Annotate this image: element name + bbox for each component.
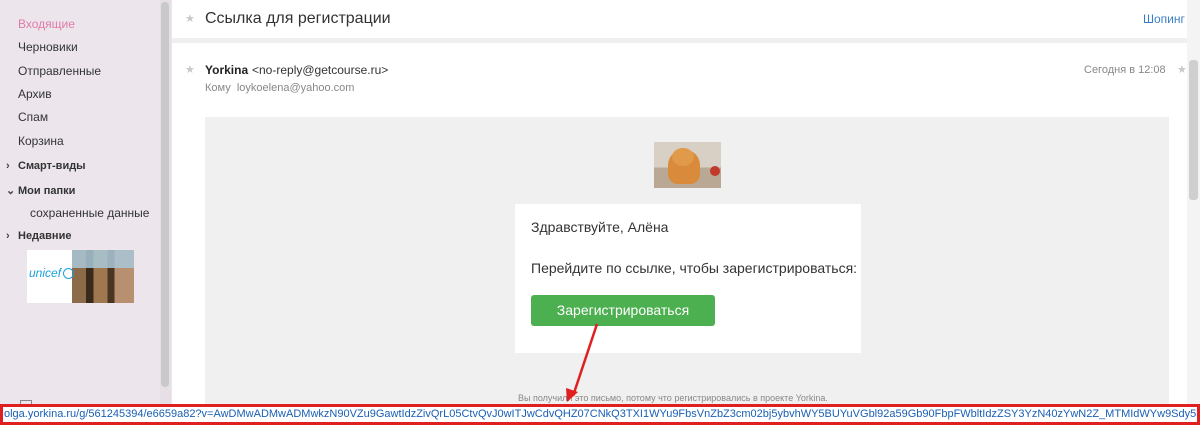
star-icon[interactable]: ★: [1177, 63, 1187, 76]
recipient-email[interactable]: loykoelena@yahoo.com: [237, 82, 355, 94]
email-subject: Ссылка для регистрации: [205, 10, 391, 27]
footer-note: Вы получили это письмо, потому что регис…: [518, 393, 828, 403]
folder-saved-data[interactable]: сохраненные данные: [30, 206, 149, 220]
sidebar-scrollbar[interactable]: [161, 2, 169, 387]
star-icon[interactable]: ★: [185, 63, 195, 76]
shopping-link[interactable]: Шопинг: [1143, 12, 1185, 26]
folder-spam[interactable]: Спам: [18, 110, 48, 124]
group-smart-views-label: Смарт-виды: [18, 160, 86, 172]
chevron-right-icon: ›: [6, 160, 10, 172]
sender-email[interactable]: <no-reply@getcourse.ru>: [252, 63, 388, 77]
recipient-line: Кому loykoelena@yahoo.com: [205, 82, 354, 94]
folder-archive[interactable]: Архив: [18, 87, 52, 101]
instruction-text: Перейдите по ссылке, чтобы зарегистриров…: [531, 260, 858, 276]
unicef-logo: unicef: [29, 266, 62, 280]
star-icon[interactable]: ★: [185, 12, 195, 25]
group-my-folders-label: Мои папки: [18, 185, 76, 197]
status-bar-url: olga.yorkina.ru/g/561245394/e6659a82?v=A…: [0, 404, 1200, 425]
group-recent-label: Недавние: [18, 230, 72, 242]
folder-drafts[interactable]: Черновики: [18, 40, 78, 54]
group-recent[interactable]: › Недавние: [6, 229, 71, 243]
chevron-down-icon: ⌄: [6, 185, 16, 197]
register-button[interactable]: Зарегистрироваться: [531, 295, 715, 326]
content-scrollbar-track: [1187, 0, 1200, 424]
chevron-right-icon: ›: [6, 230, 10, 242]
cat-head: [672, 148, 694, 166]
group-smart-views[interactable]: › Смарт-виды: [6, 159, 86, 173]
message-date: Сегодня в 12:08: [1084, 64, 1166, 76]
group-my-folders[interactable]: ⌄ Мои папки: [6, 184, 75, 198]
greeting-text: Здравствуйте, Алёна: [531, 219, 669, 235]
sidebar: Входящие Черновики Отправленные Архив Сп…: [0, 0, 172, 424]
sender-name[interactable]: Yorkina: [205, 63, 248, 77]
folder-trash[interactable]: Корзина: [18, 134, 64, 148]
content-scrollbar[interactable]: [1189, 60, 1198, 200]
cat-ball: [710, 166, 720, 176]
cat-image: [654, 142, 721, 188]
ad-image: [72, 250, 134, 268]
to-label: Кому: [205, 82, 231, 94]
unicef-ad[interactable]: unicef: [27, 250, 134, 303]
folder-inbox[interactable]: Входящие: [18, 17, 75, 31]
globe-icon: [63, 268, 74, 279]
folder-sent[interactable]: Отправленные: [18, 64, 101, 78]
